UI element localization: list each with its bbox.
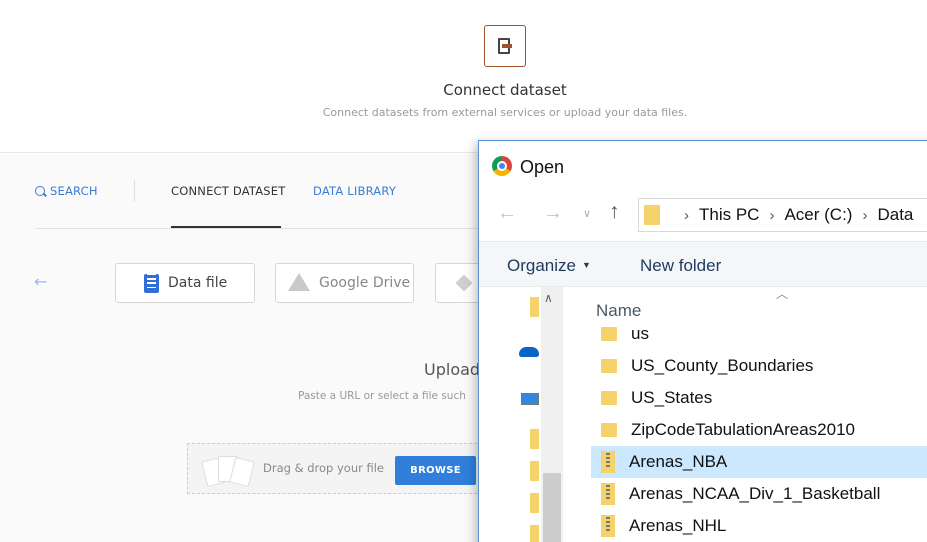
file-name: Arenas_NCAA_Div_1_Basketball: [629, 484, 881, 503]
folder-icon: [601, 423, 617, 437]
dialog-toolbar: Organize ▼ New folder: [479, 241, 927, 287]
folder-icon[interactable]: [530, 493, 539, 513]
this-pc-icon[interactable]: [521, 393, 539, 405]
address-bar[interactable]: › This PC › Acer (C:) › Data: [638, 198, 927, 232]
tab-data-library[interactable]: DATA LIBRARY: [313, 184, 396, 198]
folder-icon: [601, 391, 617, 405]
breadcrumb-separator: ›: [862, 206, 868, 224]
list-item[interactable]: US_County_Boundaries: [591, 350, 927, 382]
scroll-up-icon[interactable]: ∧: [544, 291, 553, 305]
zip-file-icon: [601, 515, 615, 537]
upload-title: Upload: [424, 360, 481, 379]
back-button[interactable]: ←: [497, 202, 517, 225]
file-name: US_States: [631, 388, 713, 407]
list-item-selected[interactable]: Arenas_NBA: [591, 446, 927, 478]
google-drive-icon: [288, 273, 310, 291]
folder-icon: [601, 327, 617, 341]
open-file-dialog: Open ← → ∨ ↑ › This PC › Acer (C:) › Dat…: [478, 140, 927, 542]
page-title: Connect dataset: [443, 81, 567, 99]
browse-button[interactable]: BROWSE: [395, 456, 476, 485]
data-file-button[interactable]: Data file: [115, 263, 255, 303]
back-arrow-icon[interactable]: ←: [34, 272, 47, 291]
page-subtitle: Connect datasets from external services …: [322, 106, 688, 119]
file-dropzone[interactable]: Drag & drop your file BROWSE: [187, 443, 487, 494]
data-file-label: Data file: [168, 275, 228, 291]
tab-search-label: SEARCH: [50, 184, 98, 198]
dialog-title: Open: [520, 157, 565, 177]
scroll-thumb[interactable]: [543, 473, 561, 542]
nav-separator: [35, 228, 495, 229]
forward-button[interactable]: →: [543, 202, 563, 225]
list-item[interactable]: Arenas_NHL: [591, 510, 927, 542]
upload-subtitle: Paste a URL or select a file such: [298, 390, 466, 402]
file-name: US_County_Boundaries: [631, 356, 814, 375]
recent-locations-chevron-icon[interactable]: ∨: [583, 207, 591, 220]
search-icon: [35, 186, 45, 196]
google-drive-button[interactable]: Google Drive: [275, 263, 414, 303]
dropbox-icon: [455, 274, 473, 292]
chrome-icon: [492, 156, 512, 176]
caret-down-icon: ▼: [581, 260, 591, 270]
folder-icon[interactable]: [530, 297, 539, 317]
list-item[interactable]: US_States: [591, 382, 927, 414]
list-item[interactable]: Arenas_NCAA_Div_1_Basketball: [591, 478, 927, 510]
breadcrumb-separator: ›: [684, 206, 689, 224]
header-area: Connect dataset Connect datasets from ex…: [0, 0, 927, 153]
organize-menu[interactable]: Organize ▼: [507, 256, 591, 276]
zip-file-icon: [601, 451, 615, 473]
list-item[interactable]: ZipCodeTabulationAreas2010: [591, 414, 927, 446]
tab-connect-dataset[interactable]: CONNECT DATASET: [171, 184, 285, 198]
folder-icon[interactable]: [530, 525, 539, 542]
nav-divider: [134, 180, 135, 202]
zip-file-icon: [601, 483, 615, 505]
connect-dataset-icon: [484, 25, 526, 67]
list-item[interactable]: us: [591, 318, 927, 350]
onedrive-icon[interactable]: [519, 347, 539, 357]
breadcrumb-data[interactable]: Data: [877, 205, 913, 225]
google-drive-label: Google Drive: [319, 275, 411, 291]
file-name: ZipCodeTabulationAreas2010: [631, 420, 855, 439]
breadcrumb-separator: ›: [769, 206, 775, 224]
folder-icon[interactable]: [530, 429, 539, 449]
breadcrumb-drive[interactable]: Acer (C:): [784, 205, 852, 225]
dialog-titlebar[interactable]: Open: [479, 141, 927, 193]
document-icon: [144, 273, 159, 293]
folder-icon: [644, 205, 660, 225]
tab-search[interactable]: SEARCH: [35, 184, 98, 198]
files-icon: [201, 453, 255, 488]
new-folder-button[interactable]: New folder: [640, 256, 721, 276]
organize-label: Organize: [507, 256, 576, 275]
breadcrumb-this-pc[interactable]: This PC: [699, 205, 759, 225]
sort-ascending-icon: ︿: [776, 287, 789, 301]
file-name: Arenas_NBA: [629, 452, 728, 471]
folder-icon: [601, 359, 617, 373]
up-folder-button[interactable]: ↑: [609, 200, 620, 224]
file-name: us: [631, 324, 649, 343]
drag-drop-text: Drag & drop your file: [263, 461, 385, 475]
folder-icon[interactable]: [530, 461, 539, 481]
address-row: ← → ∨ ↑ › This PC › Acer (C:) › Data: [479, 197, 927, 233]
file-name: Arenas_NHL: [629, 516, 727, 535]
